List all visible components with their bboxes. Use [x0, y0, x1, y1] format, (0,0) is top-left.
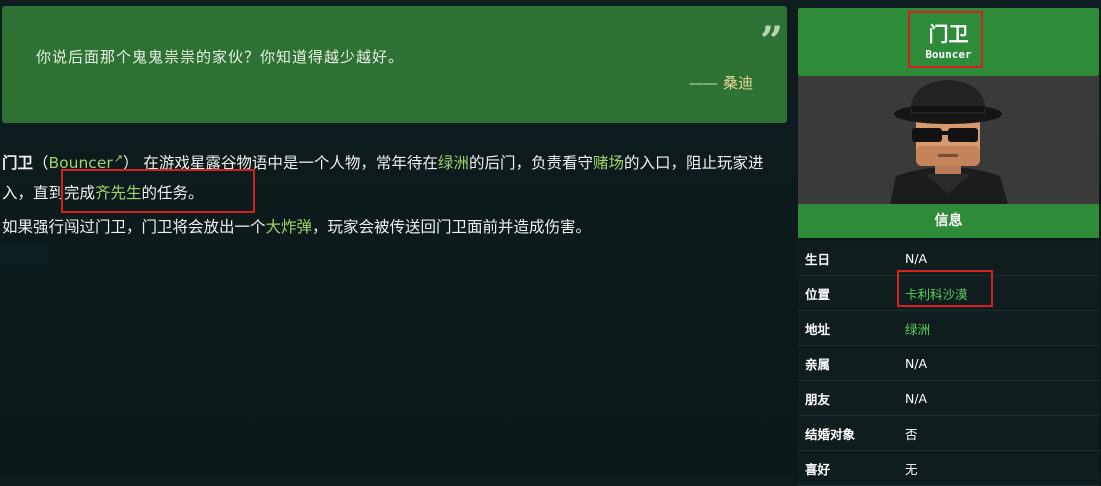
row-label: 喜好 [805, 461, 831, 477]
address-link[interactable]: 绿洲 [905, 319, 930, 338]
highlight-box [897, 270, 993, 307]
character-name: 门卫 [2, 154, 34, 173]
row-label: 位置 [805, 286, 831, 302]
bomb-paragraph: 如果强行闯过门卫，门卫将会放出一个大炸弹，玩家会被传送回门卫面前并造成伤害。 [2, 212, 782, 242]
oasis-link[interactable]: 绿洲 [438, 154, 469, 172]
row-value: N/A [905, 250, 928, 266]
mega-bomb-link[interactable]: 大炸弹 [266, 218, 313, 236]
infobox-row-relatives: 亲属 N/A [798, 346, 1099, 381]
infobox-row-friends: 朋友 N/A [798, 381, 1099, 416]
infobox-section-info: 信息 [798, 204, 1099, 238]
row-label: 朋友 [805, 391, 831, 407]
row-label: 生日 [805, 251, 831, 267]
quote-box: 你说后面那个鬼鬼祟祟的家伙？你知道得越少越好。 —— 桑迪 ” [2, 6, 787, 123]
row-label: 地址 [805, 321, 831, 337]
casino-link[interactable]: 赌场 [593, 154, 624, 172]
infobox-row-marriage: 结婚对象 否 [798, 416, 1099, 451]
text-segment: 如果强行闯过门卫，门卫将会放出一个 [2, 218, 266, 236]
quote-mark-icon: ” [759, 18, 783, 65]
row-value: N/A [905, 355, 928, 371]
quote-text: 你说后面那个鬼鬼祟祟的家伙？你知道得越少越好。 [36, 48, 405, 66]
quote-author-name: 桑迪 [722, 74, 753, 92]
text-segment: 的后门，负责看守 [468, 154, 593, 173]
paren-open: （ [33, 154, 49, 173]
quote-dash: —— [688, 74, 718, 92]
row-value: 无 [905, 461, 918, 477]
row-value: 否 [905, 426, 918, 442]
infobox-row-likes: 喜好 无 [798, 451, 1099, 486]
bouncer-portrait [798, 76, 1099, 204]
text-segment: ，玩家会被传送回门卫面前并造成伤害。 [312, 218, 592, 236]
highlight-box [908, 11, 983, 68]
row-value: N/A [905, 390, 928, 406]
row-label: 亲属 [805, 356, 831, 372]
divider [0, 244, 48, 264]
quote-author: —— 桑迪 [689, 72, 753, 93]
infobox-row-address: 地址 绿洲 [798, 311, 1099, 346]
row-label: 结婚对象 [805, 426, 856, 442]
highlight-box [61, 169, 255, 213]
external-link-icon[interactable]: ↗ [114, 152, 123, 165]
bouncer-portrait-image [798, 76, 1099, 204]
character-infobox: 门卫 Bouncer 信息 生日 N/A 位置 卡利科沙漠 地址 绿洲 亲属 N… [798, 8, 1099, 486]
